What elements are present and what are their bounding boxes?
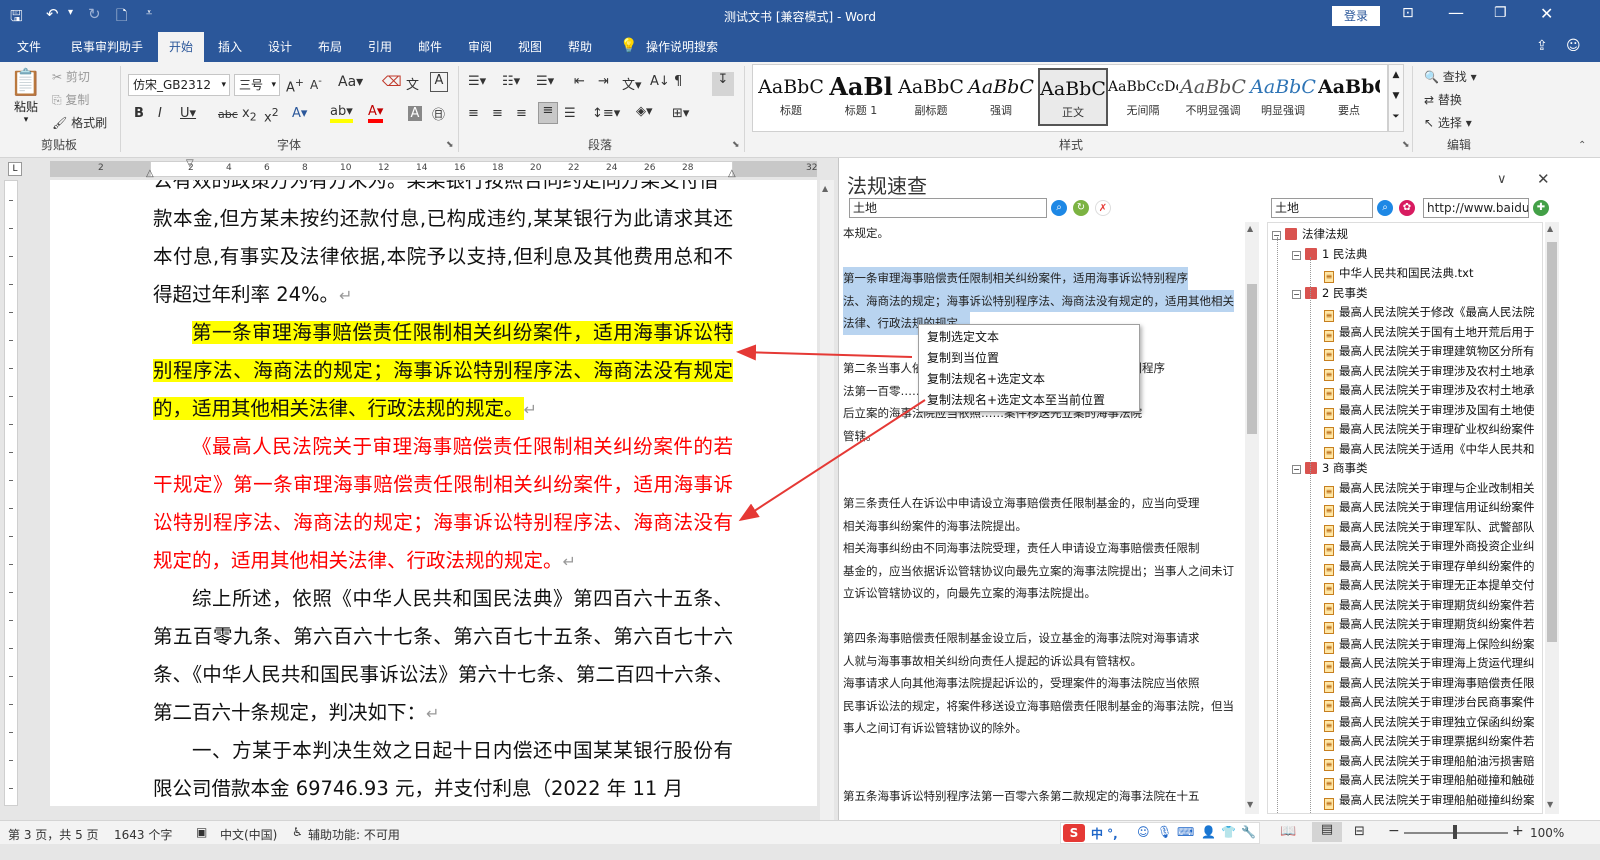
- print-layout-icon[interactable]: ▤: [1312, 822, 1342, 842]
- keyboard-icon[interactable]: ⌨: [1177, 825, 1194, 839]
- tools-icon[interactable]: 🔧: [1241, 825, 1256, 839]
- word-count[interactable]: 1643 个字: [114, 826, 172, 843]
- page-count[interactable]: 第 3 页，共 5 页: [8, 826, 99, 843]
- zoom-level[interactable]: 100%: [1530, 826, 1564, 840]
- web-layout-icon[interactable]: ⊟: [1354, 824, 1365, 839]
- user-icon[interactable]: 👤: [1201, 825, 1216, 839]
- read-mode-icon[interactable]: 📖: [1280, 824, 1296, 839]
- accessibility-icon: ♿: [292, 825, 303, 839]
- sogou-icon[interactable]: S: [1063, 824, 1085, 842]
- ime-toolbar: S 中 °, ☺ 🎙 ⌨ 👤 👕 🔧: [1060, 822, 1260, 844]
- mic-icon[interactable]: 🎙: [1157, 825, 1172, 839]
- ime-mode[interactable]: 中 °,: [1091, 825, 1118, 842]
- zoom-in-icon[interactable]: +: [1512, 823, 1524, 839]
- proofing-icon[interactable]: ▣: [196, 825, 207, 839]
- accessibility-status[interactable]: 辅助功能: 不可用: [308, 826, 400, 843]
- language[interactable]: 中文(中国): [220, 826, 277, 843]
- window-bottom-edge: [0, 844, 1600, 860]
- skin-icon[interactable]: 👕: [1221, 825, 1236, 839]
- zoom-out-icon[interactable]: −: [1388, 823, 1400, 839]
- status-bar: 第 3 页，共 5 页 1643 个字 ▣ 中文(中国) ♿ 辅助功能: 不可用…: [0, 820, 1600, 844]
- arrow-to-highlight: [736, 344, 913, 361]
- zoom-slider-thumb[interactable]: [1453, 825, 1457, 839]
- annotation-arrows: [736, 344, 926, 522]
- emoji-icon[interactable]: ☺: [1137, 825, 1150, 839]
- arrow-to-red-text: [738, 399, 926, 522]
